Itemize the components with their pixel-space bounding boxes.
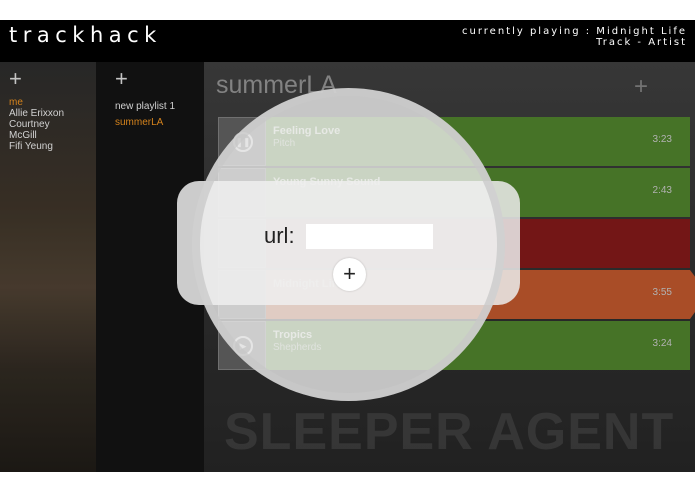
top-bar: trackhack currently playing : Midnight L…	[0, 20, 695, 62]
url-input[interactable]	[306, 224, 433, 249]
now-playing: currently playing : Midnight Life Track …	[462, 26, 687, 48]
url-label: url:	[264, 223, 295, 248]
add-url-button[interactable]: +	[333, 258, 366, 291]
app-logo: trackhack	[9, 23, 162, 47]
now-playing-label: currently playing : Midnight Life	[462, 26, 687, 37]
now-playing-track-artist: Track - Artist	[596, 37, 687, 48]
